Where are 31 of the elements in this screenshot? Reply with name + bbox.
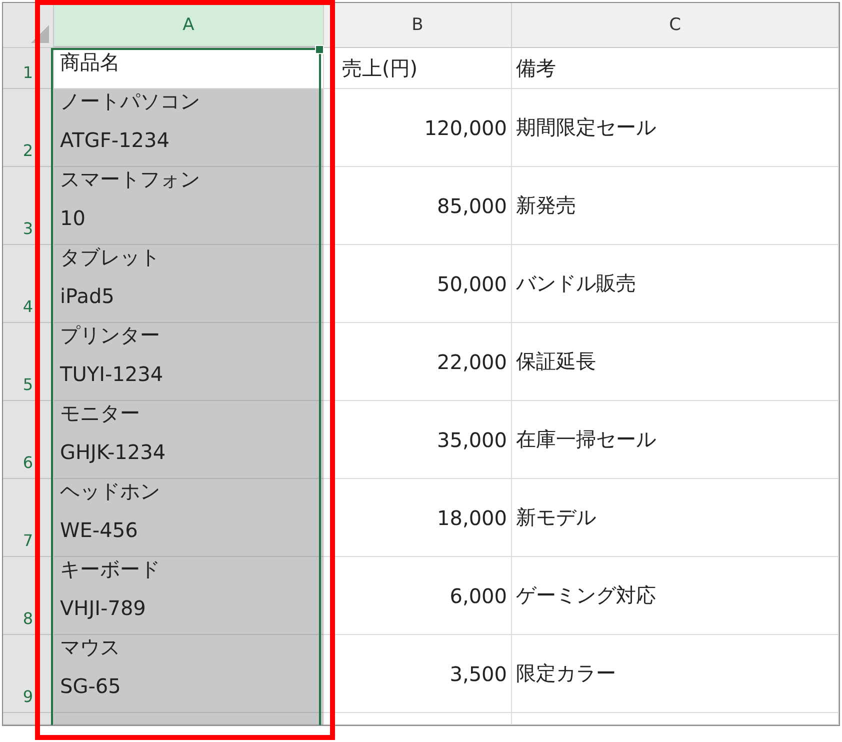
table-cell: 在庫一掃セール [512,401,839,479]
table-cell: 50,000 [324,245,512,323]
fill-handle[interactable] [315,45,324,54]
table-cell: 新発売 [512,167,839,245]
column-header[interactable]: A [54,3,324,48]
column-header[interactable]: C [512,3,839,48]
table-cell: マウス SG-65 [54,635,324,713]
table-cell: バンドル販売 [512,245,839,323]
table-cell: スマートフォン 10 [54,167,324,245]
table-cell: プリンター TUYI-1234 [54,323,324,401]
table-cell: 35,000 [324,401,512,479]
table-cell: 85,000 [324,167,512,245]
table-cell: 売上(円) [324,48,512,89]
table-cell: 6,000 [324,557,512,635]
table-cell: 120,000 [324,89,512,167]
table-cell: ヘッドホン WE-456 [54,479,324,557]
table-cell: 22,000 [324,323,512,401]
table-cell: 限定カラー [512,635,839,713]
table-cell: 期間限定セール [512,89,839,167]
table-cell: ゲーミング対応 [512,557,839,635]
table-cell: 3,500 [324,635,512,713]
corner-triangle-icon [31,25,49,43]
table-cell: タブレット iPad5 [54,245,324,323]
table-cell: キーボード VHJI-789 [54,557,324,635]
table-cell: モニター GHJK-1234 [54,401,324,479]
table-cell: ノートパソコン ATGF-1234 [54,89,324,167]
column-header[interactable]: B [324,3,512,48]
table-cell: 18,000 [324,479,512,557]
table-cell: 保証延長 [512,323,839,401]
table-cell: 備考 [512,48,839,89]
table-cell: 新モデル [512,479,839,557]
